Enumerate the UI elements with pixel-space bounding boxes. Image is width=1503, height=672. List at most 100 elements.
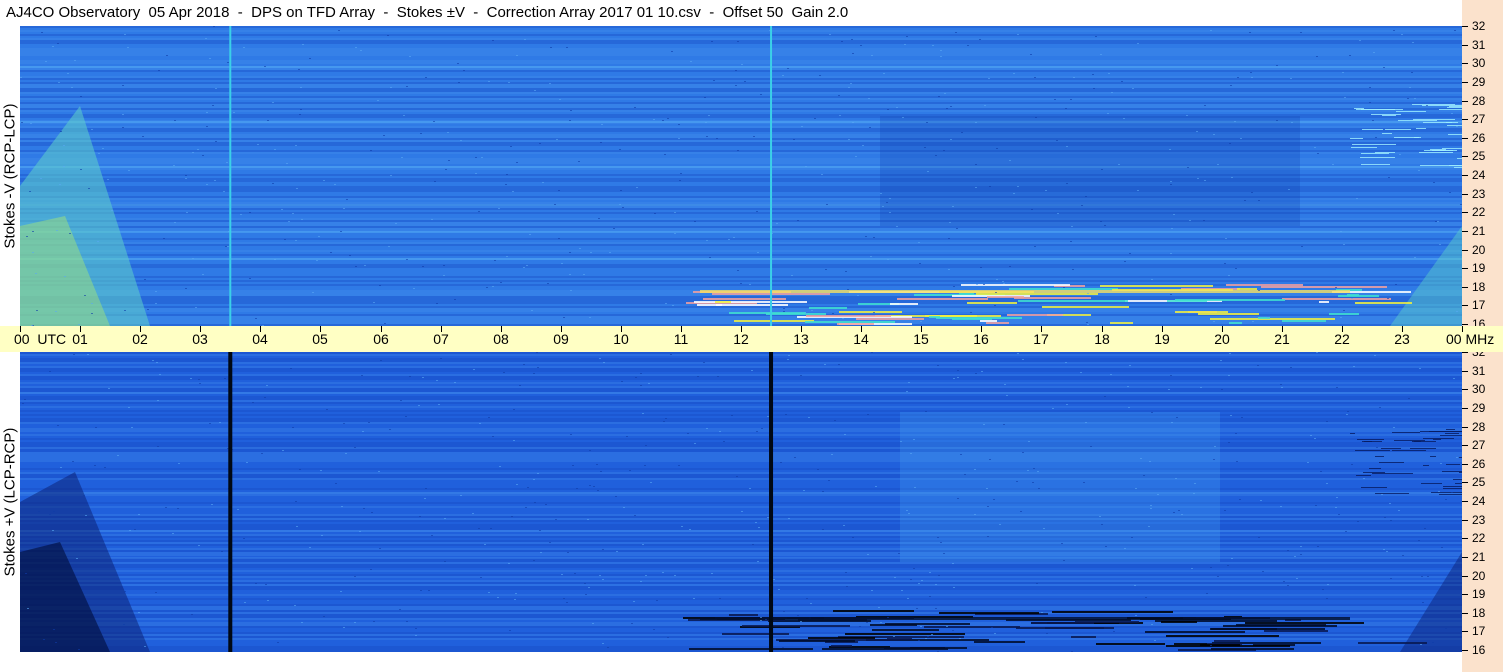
rfi-streak (700, 290, 1350, 293)
noise-speckle (1445, 499, 1447, 500)
freq-tick (1462, 557, 1468, 558)
noise-speckle (678, 465, 680, 466)
noise-speckle (1170, 253, 1172, 254)
noise-speckle (640, 581, 642, 582)
noise-speckle (1134, 585, 1136, 586)
noise-speckle (206, 112, 208, 113)
noise-speckle (943, 150, 945, 151)
noise-speckle (215, 141, 217, 142)
noise-speckle (195, 307, 197, 308)
noise-speckle (240, 214, 242, 215)
noise-speckle (492, 286, 494, 287)
frequency-band (20, 40, 1462, 42)
rfi-streak (1362, 129, 1383, 130)
time-tick-label: 03 (192, 331, 208, 347)
noise-speckle (298, 69, 300, 70)
noise-speckle (950, 139, 952, 140)
frequency-band (20, 280, 1462, 282)
time-tick-label: 06 (373, 331, 389, 347)
rfi-streak (1394, 440, 1425, 441)
freq-tick (1462, 324, 1468, 325)
noise-speckle (1347, 411, 1349, 412)
noise-speckle (757, 561, 759, 562)
noise-speckle (1229, 353, 1231, 354)
noise-speckle (1107, 113, 1109, 114)
noise-speckle (733, 237, 735, 238)
noise-speckle (295, 145, 297, 146)
noise-speckle (645, 445, 647, 446)
noise-speckle (797, 615, 799, 616)
noise-speckle (943, 553, 945, 554)
noise-speckle (111, 210, 113, 211)
noise-speckle (948, 238, 950, 239)
noise-speckle (1421, 576, 1423, 577)
noise-speckle (773, 579, 775, 580)
noise-speckle (1028, 441, 1030, 442)
noise-speckle (209, 58, 211, 59)
noise-speckle (1173, 214, 1175, 215)
rfi-streak (1329, 313, 1359, 315)
noise-speckle (1432, 642, 1434, 643)
noise-speckle (984, 105, 986, 106)
noise-speckle (122, 114, 124, 115)
noise-speckle (697, 376, 699, 377)
noise-speckle (1249, 32, 1251, 33)
noise-speckle (887, 109, 889, 110)
noise-speckle (706, 240, 708, 241)
noise-speckle (782, 75, 784, 76)
noise-speckle (615, 496, 617, 497)
rfi-streak (1385, 129, 1411, 130)
time-tick-label: 13 (793, 331, 809, 347)
noise-speckle (960, 454, 962, 455)
noise-speckle (318, 236, 320, 237)
noise-speckle (448, 160, 450, 161)
frequency-band (20, 584, 1462, 586)
noise-speckle (428, 590, 430, 591)
noise-speckle (824, 364, 826, 365)
rfi-streak (1396, 111, 1426, 112)
noise-speckle (409, 376, 411, 377)
noise-speckle (995, 292, 997, 293)
noise-speckle (1408, 398, 1410, 399)
freq-tick-label: 18 (1472, 280, 1486, 294)
noise-speckle (354, 447, 356, 448)
rfi-streak (1357, 439, 1384, 440)
noise-speckle (1221, 389, 1223, 390)
noise-speckle (1340, 317, 1342, 318)
noise-speckle (1017, 186, 1019, 187)
rfi-streak (1110, 322, 1133, 324)
noise-speckle (767, 416, 769, 417)
noise-speckle (975, 164, 977, 165)
freq-tick-label: 17 (1472, 624, 1486, 638)
noise-speckle (1381, 494, 1383, 495)
time-tick-label: 00 MHz (1446, 331, 1495, 347)
noise-speckle (1085, 422, 1087, 423)
noise-speckle (246, 462, 248, 463)
noise-speckle (567, 552, 569, 553)
noise-speckle (957, 377, 959, 378)
noise-speckle (508, 563, 510, 564)
frequency-band (20, 374, 1462, 376)
noise-speckle (265, 584, 267, 585)
rfi-streak (1007, 314, 1063, 316)
noise-speckle (1239, 499, 1241, 500)
noise-speckle (405, 416, 407, 417)
rfi-streak (1443, 488, 1462, 489)
noise-speckle (887, 617, 889, 618)
freq-tick (1462, 138, 1468, 139)
noise-speckle (1229, 143, 1231, 144)
rfi-streak (1352, 144, 1396, 145)
noise-speckle (424, 498, 426, 499)
noise-speckle (378, 471, 380, 472)
noise-speckle (644, 465, 646, 466)
noise-speckle (921, 580, 923, 581)
noise-speckle (384, 323, 386, 324)
noise-speckle (1017, 353, 1019, 354)
noise-speckle (24, 399, 26, 400)
noise-speckle (21, 122, 23, 123)
noise-speckle (1287, 550, 1289, 551)
rfi-streak (1379, 462, 1404, 463)
noise-speckle (940, 50, 942, 51)
noise-speckle (445, 169, 447, 170)
frequency-band (20, 506, 1462, 508)
